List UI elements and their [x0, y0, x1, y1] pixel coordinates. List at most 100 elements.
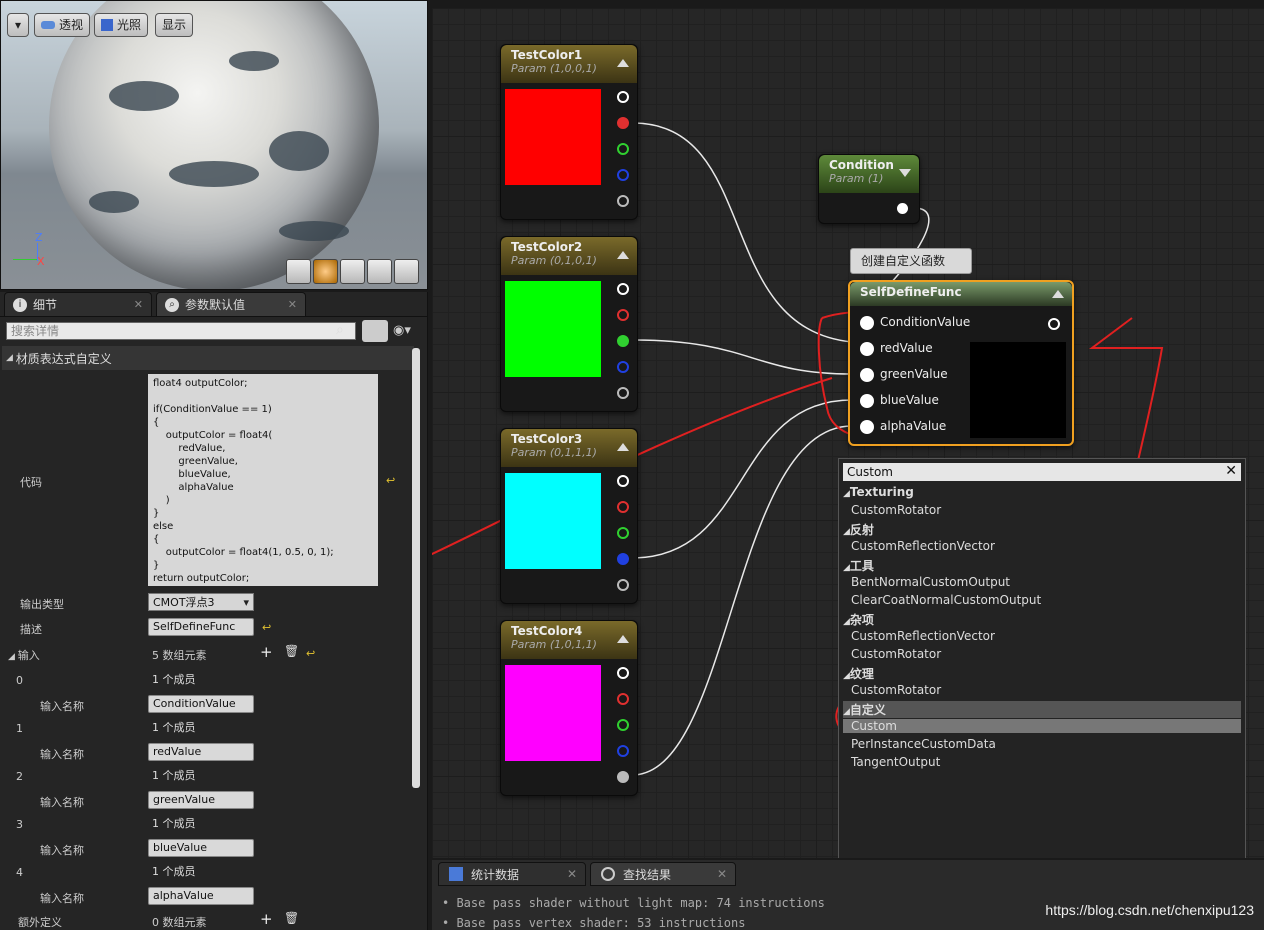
output-pin[interactable]	[617, 745, 629, 757]
lit-button[interactable]: 光照	[94, 13, 149, 37]
output-pin[interactable]	[617, 527, 629, 539]
search-category[interactable]: ◢纹理	[843, 665, 874, 682]
output-pin[interactable]	[617, 387, 629, 399]
search-result-item[interactable]: ClearCoatNormalCustomOutput	[851, 593, 1041, 607]
member-count-select[interactable]: 1 个成员	[148, 767, 258, 785]
output-pin[interactable]	[617, 579, 629, 591]
output-pin[interactable]	[617, 361, 629, 373]
search-result-item[interactable]: CustomReflectionVector	[851, 629, 995, 643]
condition-node[interactable]: Condition Param (1)	[818, 154, 920, 224]
collapse-icon[interactable]	[899, 169, 911, 177]
viewport-options-button[interactable]: ▾	[7, 13, 29, 37]
search-category[interactable]: ◢Texturing	[843, 485, 914, 499]
search-result-item[interactable]: CustomRotator	[851, 683, 941, 697]
scrollbar[interactable]	[412, 348, 420, 788]
output-pin[interactable]	[897, 203, 908, 214]
color-swatch	[505, 665, 601, 761]
node-subtitle: Param (0,1,1,1)	[511, 446, 597, 459]
preview-mesh-button[interactable]	[394, 259, 419, 284]
search-result-item[interactable]: CustomReflectionVector	[851, 539, 995, 553]
color-param-node[interactable]: TestColor3 Param (0,1,1,1)	[500, 428, 638, 604]
output-pin[interactable]	[617, 501, 629, 513]
output-pin[interactable]	[617, 553, 629, 565]
search-result-item[interactable]: Custom	[843, 719, 1241, 733]
search-category[interactable]: ◢自定义	[843, 701, 1241, 718]
axis-gizmo: Z X	[11, 229, 45, 268]
search-category[interactable]: ◢杂项	[843, 611, 874, 628]
search-result-item[interactable]: TangentOutput	[851, 755, 940, 769]
input-name-field[interactable]: ConditionValue	[148, 695, 254, 713]
search-result-item[interactable]: PerInstanceCustomData	[851, 737, 996, 751]
magnifier-icon	[601, 867, 615, 881]
input-pin[interactable]	[860, 316, 874, 330]
stats-line: • Base pass shader without light map: 74…	[442, 896, 825, 910]
member-count-select[interactable]: 1 个成员	[148, 719, 258, 737]
color-param-node[interactable]: TestColor4 Param (1,0,1,1)	[500, 620, 638, 796]
output-pin[interactable]	[617, 335, 629, 347]
node-title: TestColor1	[511, 48, 583, 62]
collapse-icon[interactable]	[617, 59, 629, 67]
input-name-field[interactable]: alphaValue	[148, 887, 254, 905]
search-result-item[interactable]: BentNormalCustomOutput	[851, 575, 1010, 589]
input-name-label: 输入名称	[40, 796, 84, 809]
tab-stats[interactable]: 统计数据 ✕	[438, 862, 586, 886]
preview-cube-button[interactable]	[367, 259, 392, 284]
collapse-icon[interactable]	[617, 635, 629, 643]
perspective-button[interactable]: 透视	[34, 13, 91, 37]
output-pin[interactable]	[617, 667, 629, 679]
output-pin[interactable]	[617, 309, 629, 321]
close-icon[interactable]: ✕	[567, 867, 577, 881]
search-category[interactable]: ◢反射	[843, 521, 874, 538]
input-pin-label: alphaValue	[880, 419, 947, 433]
node-title: TestColor4	[511, 624, 583, 638]
member-count-select[interactable]: 1 个成员	[148, 815, 258, 833]
output-pin[interactable]	[617, 771, 629, 783]
output-pin[interactable]	[617, 283, 629, 295]
input-pin[interactable]	[860, 342, 874, 356]
trash-icon[interactable]: 🗑	[284, 911, 299, 925]
output-pin[interactable]	[617, 693, 629, 705]
preview-cylinder-button[interactable]	[286, 259, 311, 284]
collapse-icon[interactable]	[617, 251, 629, 259]
material-preview-viewport[interactable]: ▾ 透视 光照 显示 Z X	[0, 0, 428, 290]
output-pin[interactable]	[617, 143, 629, 155]
chevron-down-icon: ▾	[14, 18, 22, 32]
input-name-field[interactable]: greenValue	[148, 791, 254, 809]
show-button[interactable]: 显示	[155, 13, 194, 37]
input-pin-label: blueValue	[880, 393, 939, 407]
preview-plane-button[interactable]	[340, 259, 365, 284]
member-count-select[interactable]: 1 个成员	[148, 671, 258, 689]
input-name-field[interactable]: redValue	[148, 743, 254, 761]
output-pin[interactable]	[617, 475, 629, 487]
search-result-item[interactable]: CustomRotator	[851, 503, 941, 517]
search-category[interactable]: ◢工具	[843, 557, 874, 574]
collapse-icon[interactable]	[1052, 290, 1064, 298]
member-count-select[interactable]: 1 个成员	[148, 863, 258, 881]
add-icon[interactable]: +	[260, 910, 273, 928]
output-pin[interactable]	[617, 117, 629, 129]
input-name-label: 输入名称	[40, 748, 84, 761]
material-graph[interactable]: TestColor1 Param (1,0,0,1) TestColor2 Param…	[432, 8, 1264, 858]
output-pin[interactable]	[617, 169, 629, 181]
preview-sphere-button[interactable]	[313, 259, 338, 284]
close-icon[interactable]: ✕	[1225, 463, 1237, 479]
color-param-node[interactable]: TestColor2 Param (0,1,0,1)	[500, 236, 638, 412]
input-pin[interactable]	[860, 394, 874, 408]
input-name-field[interactable]: blueValue	[148, 839, 254, 857]
output-pin[interactable]	[1048, 318, 1060, 330]
input-pin[interactable]	[860, 368, 874, 382]
search-category-label: 自定义	[849, 703, 886, 717]
node-subtitle: Param (0,1,0,1)	[511, 254, 597, 267]
custom-node[interactable]: SelfDefineFunc ConditionValue redValue gre…	[848, 280, 1074, 446]
search-result-item[interactable]: CustomRotator	[851, 647, 941, 661]
input-pin[interactable]	[860, 420, 874, 434]
node-search-input[interactable]: Custom	[843, 463, 1241, 481]
search-category-label: 工具	[849, 559, 874, 573]
close-icon[interactable]: ✕	[717, 867, 727, 881]
output-pin[interactable]	[617, 719, 629, 731]
collapse-icon[interactable]	[617, 443, 629, 451]
output-pin[interactable]	[617, 91, 629, 103]
color-param-node[interactable]: TestColor1 Param (1,0,0,1)	[500, 44, 638, 220]
output-pin[interactable]	[617, 195, 629, 207]
tab-find-results[interactable]: 查找结果 ✕	[590, 862, 736, 886]
